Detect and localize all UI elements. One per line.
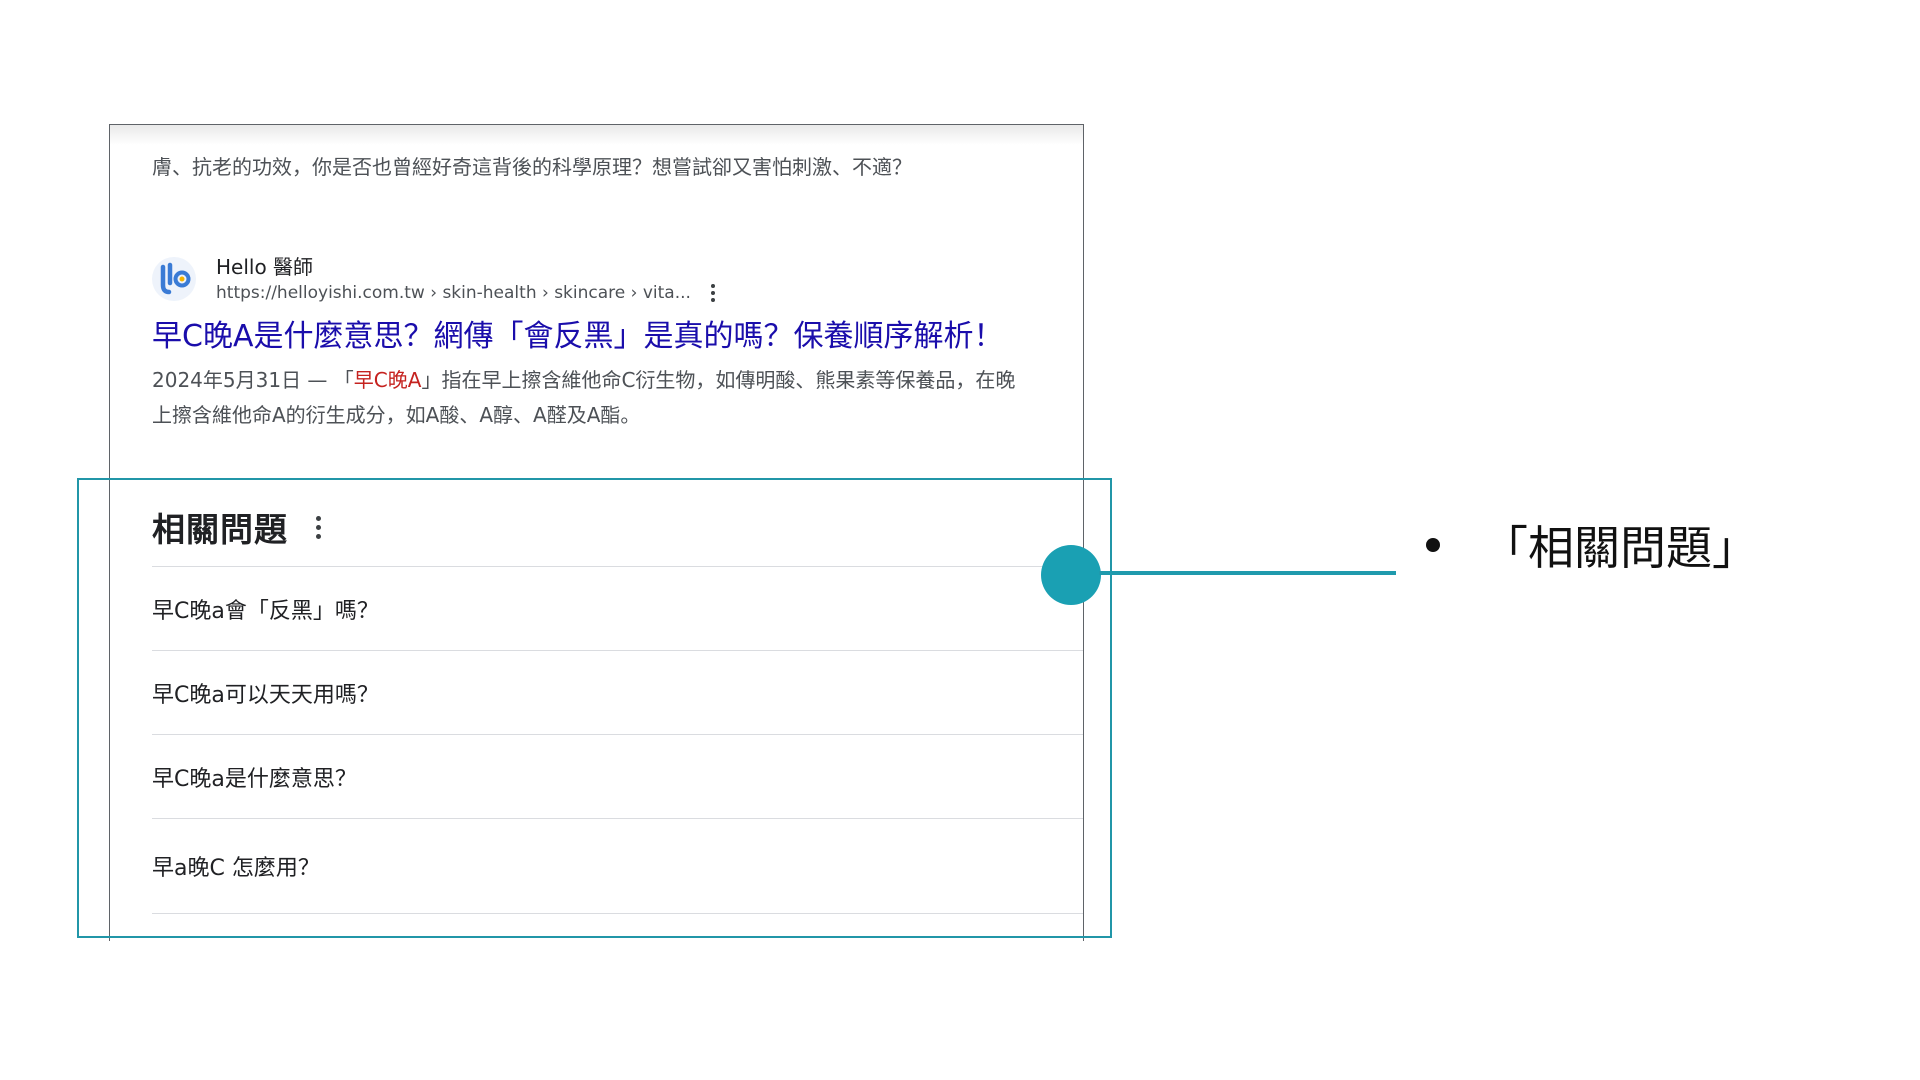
snippet-line-2: 上擦含維他命A的衍生成分，如A酸、A醇、A醛及A酯。 xyxy=(152,403,641,427)
more-options-icon[interactable] xyxy=(710,284,717,302)
result-url: https://helloyishi.com.tw › skin-health … xyxy=(216,283,691,303)
helloyishi-favicon-icon xyxy=(152,257,196,301)
snippet-text: 「 xyxy=(327,368,354,392)
search-result: Hello 醫師 https://helloyishi.com.tw › ski… xyxy=(152,253,1083,433)
scroll-shadow xyxy=(110,125,1083,145)
snippet-text: 」指在早上擦含維他命C衍生物，如傳明酸、熊果素等保養品，在晚 xyxy=(421,368,1016,392)
callout-label: 「相關問題」 xyxy=(1426,512,1758,578)
result-title-link[interactable]: 早C晚A是什麼意思？網傳「會反黑」是真的嗎？保養順序解析！ xyxy=(152,317,1083,357)
slide: 膚、抗老的功效，你是否也曾經好奇這背後的科學原理？想嘗試卻又害怕刺激、不適？ H… xyxy=(0,0,1920,1080)
callout-text: 「相關問題」 xyxy=(1482,521,1758,575)
result-snippet: 2024年5月31日 — 「早C晚A」指在早上擦含維他命C衍生物，如傳明酸、熊果… xyxy=(152,363,1083,433)
result-source[interactable]: Hello 醫師 https://helloyishi.com.tw › ski… xyxy=(152,253,1083,305)
bullet-icon xyxy=(1426,538,1440,552)
callout-line xyxy=(1099,571,1396,575)
result-date: 2024年5月31日 — xyxy=(152,368,328,392)
snippet-highlight: 早C晚A xyxy=(353,368,422,392)
site-name: Hello 醫師 xyxy=(216,255,314,279)
previous-result-snippet: 膚、抗老的功效，你是否也曾經好奇這背後的科學原理？想嘗試卻又害怕刺激、不適？ xyxy=(152,155,912,179)
callout-dot xyxy=(1041,545,1101,605)
highlight-box xyxy=(77,478,1112,938)
